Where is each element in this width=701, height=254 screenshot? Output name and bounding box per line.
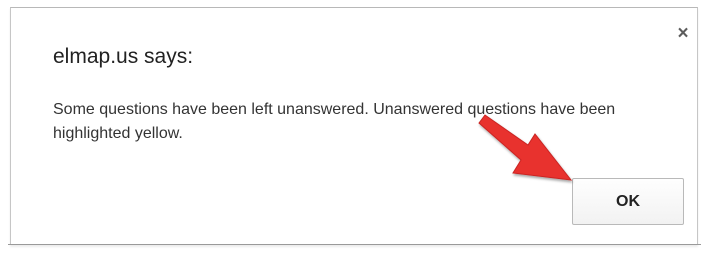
dialog-title: elmap.us says: xyxy=(53,45,194,68)
alert-dialog: × elmap.us says: Some questions have bee… xyxy=(10,7,698,245)
close-icon[interactable]: × xyxy=(675,24,691,43)
red-arrow-icon xyxy=(478,114,573,181)
ok-button[interactable]: OK xyxy=(572,178,684,225)
page: × elmap.us says: Some questions have bee… xyxy=(0,0,701,254)
bottom-divider xyxy=(8,244,701,245)
